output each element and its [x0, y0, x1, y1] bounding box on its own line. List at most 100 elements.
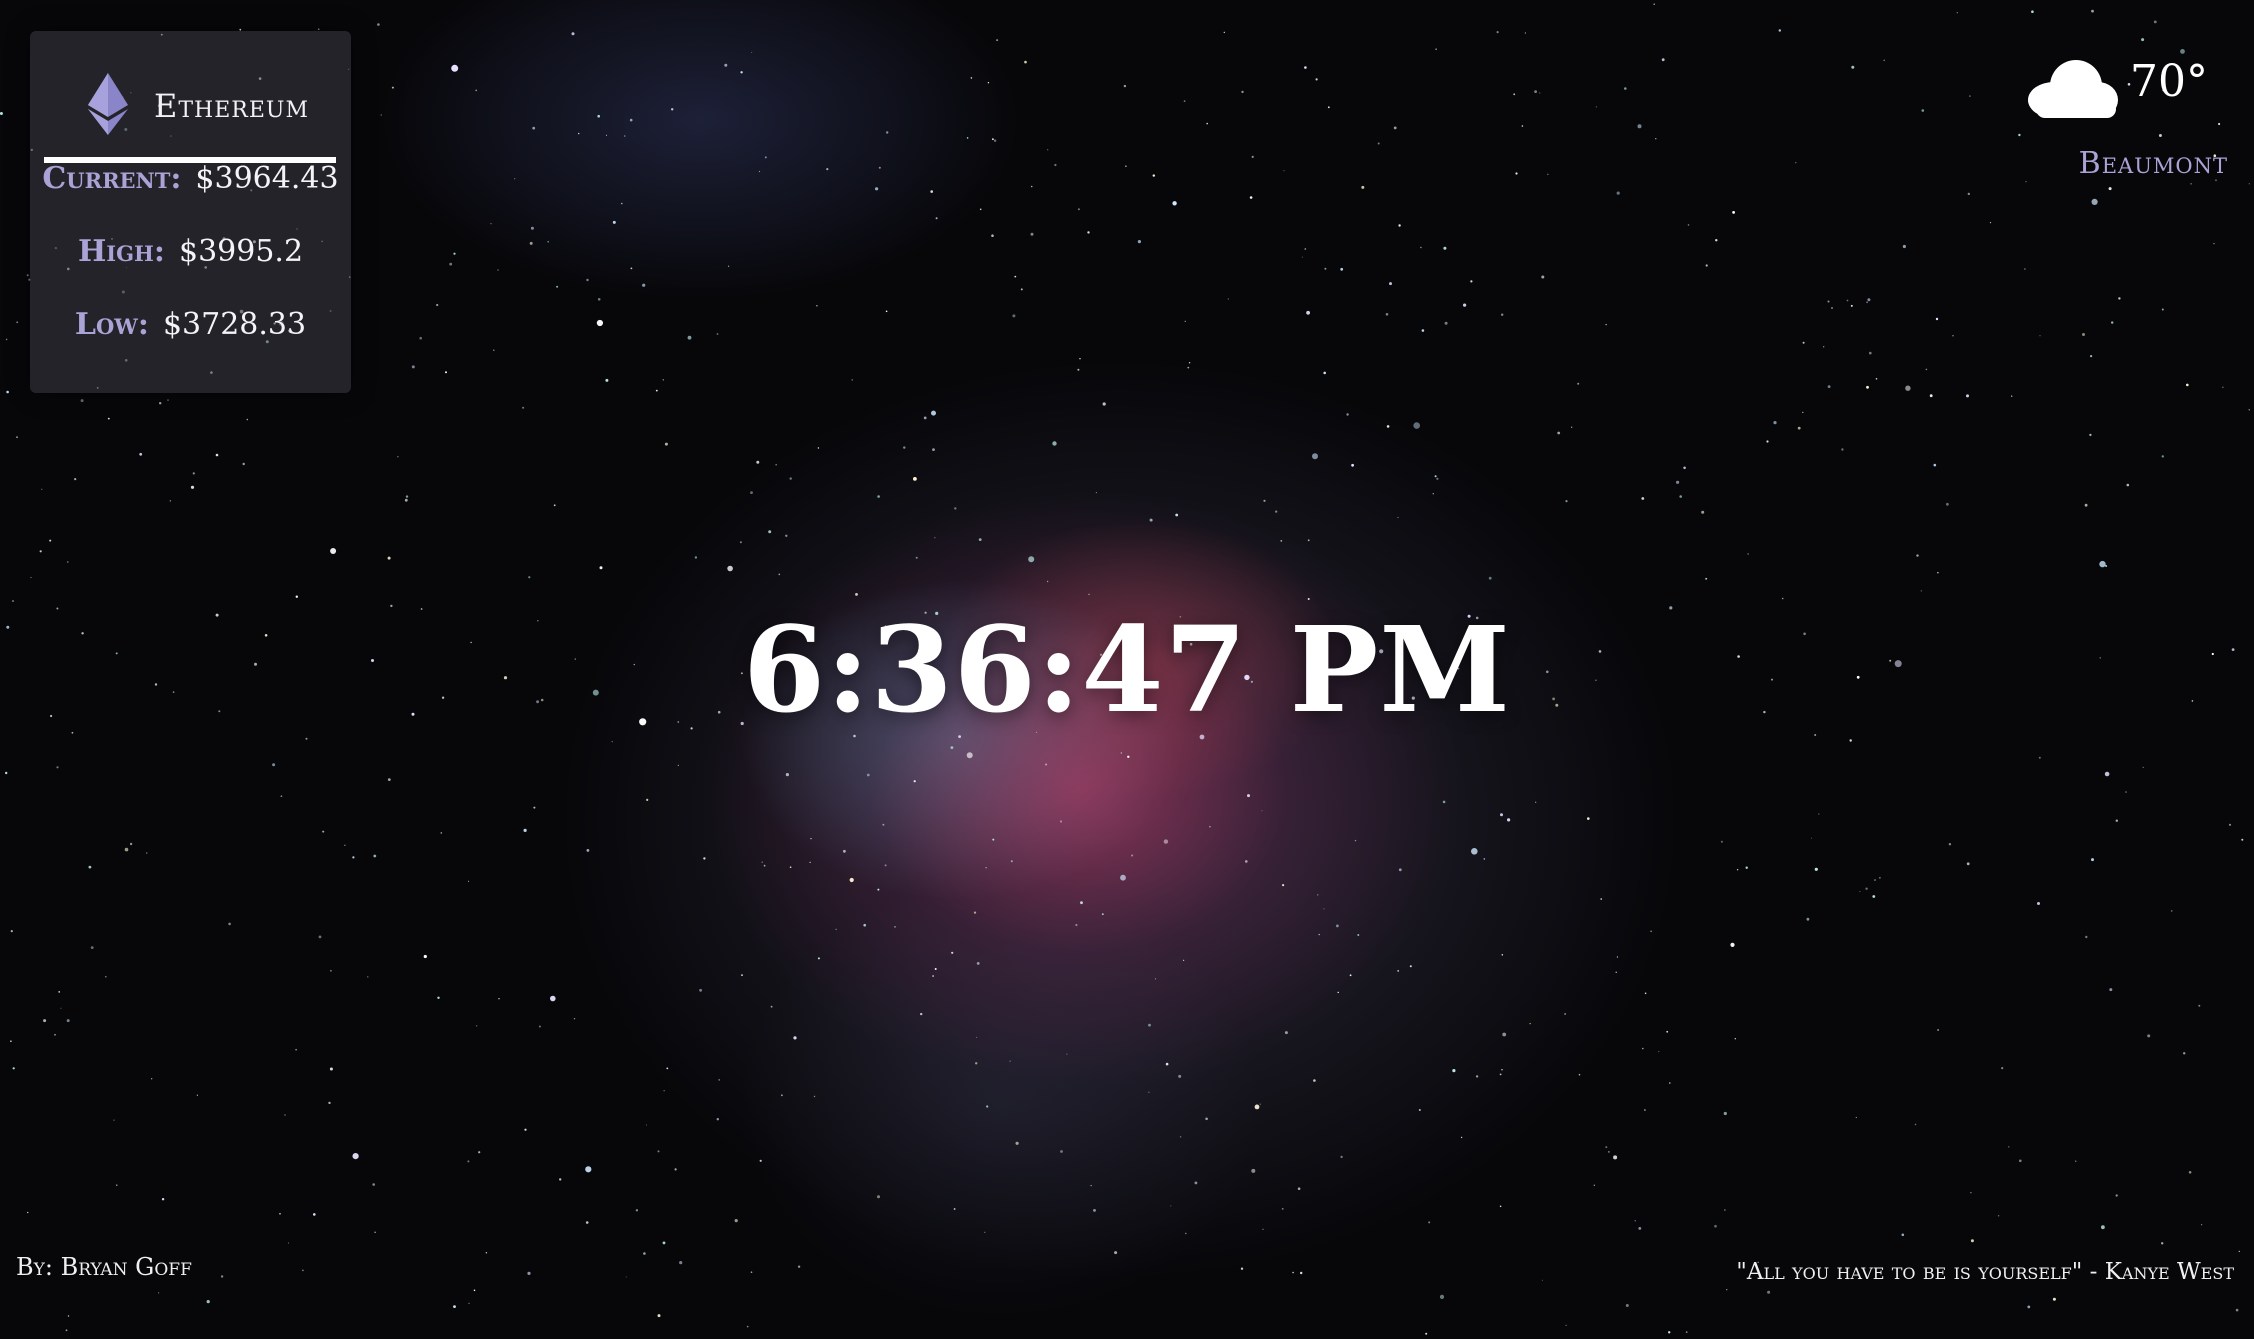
star — [288, 1242, 290, 1244]
star — [903, 446, 906, 449]
star — [2099, 560, 2106, 568]
star — [453, 1305, 456, 1308]
star — [0, 112, 3, 115]
star — [302, 1269, 304, 1272]
star — [58, 991, 61, 993]
star — [1966, 394, 1969, 398]
star — [1500, 813, 1503, 817]
star — [1535, 801, 1537, 803]
star — [498, 998, 500, 1000]
star — [915, 556, 918, 559]
star — [1767, 1290, 1771, 1294]
star — [1946, 502, 1949, 506]
author-credit: By: Bryan Goff — [16, 1253, 192, 1281]
star — [630, 267, 633, 270]
star — [1704, 577, 1708, 580]
star — [30, 576, 32, 579]
star — [220, 1275, 224, 1278]
star — [611, 741, 613, 743]
star — [423, 954, 427, 959]
star — [1102, 402, 1106, 406]
star — [1679, 495, 1682, 498]
star — [785, 773, 790, 777]
star — [158, 1292, 160, 1294]
star — [556, 285, 559, 288]
star — [1529, 1023, 1531, 1025]
star — [1920, 590, 1922, 592]
star — [317, 28, 320, 31]
star — [1054, 163, 1057, 167]
star — [612, 220, 616, 224]
star — [74, 478, 77, 481]
star — [411, 365, 415, 369]
star — [1066, 1053, 1068, 1055]
star — [979, 208, 982, 211]
star — [1970, 1192, 1972, 1194]
star — [2082, 333, 2085, 336]
star — [913, 780, 916, 783]
star — [1797, 426, 1801, 430]
star — [1340, 1155, 1343, 1159]
star — [1251, 1168, 1256, 1173]
star — [1020, 288, 1023, 291]
star — [1766, 440, 1769, 443]
star — [453, 252, 456, 255]
star — [657, 1150, 660, 1153]
star — [724, 63, 728, 67]
star — [485, 1252, 488, 1254]
star — [1397, 970, 1400, 972]
star — [646, 1124, 648, 1126]
star — [1547, 173, 1549, 175]
star — [1444, 321, 1448, 325]
star — [1150, 518, 1153, 522]
star — [1865, 887, 1868, 890]
star — [877, 888, 880, 891]
star — [1009, 1060, 1011, 1062]
star — [1872, 895, 1876, 898]
star — [882, 823, 885, 826]
star — [1093, 1209, 1096, 1212]
star — [1425, 1332, 1428, 1335]
star — [817, 447, 820, 449]
star — [1313, 1079, 1316, 1082]
star — [1952, 335, 1954, 337]
star — [2141, 38, 2145, 42]
star — [1608, 1151, 1610, 1153]
star — [985, 867, 987, 869]
star — [1284, 1031, 1288, 1035]
star — [2228, 823, 2232, 826]
star — [1120, 752, 1122, 754]
star — [1875, 378, 1878, 380]
star — [1488, 576, 1492, 580]
star — [67, 561, 69, 563]
star — [849, 877, 854, 883]
star — [16, 436, 18, 439]
star — [1420, 246, 1422, 249]
star — [826, 168, 829, 171]
star — [88, 865, 92, 869]
star — [2091, 9, 2094, 13]
star — [1577, 382, 1580, 385]
star — [547, 240, 549, 243]
star — [279, 1212, 281, 1215]
star — [761, 861, 763, 863]
star — [1818, 813, 1820, 815]
star — [1802, 411, 1804, 414]
star — [718, 1079, 720, 1081]
star — [530, 226, 534, 230]
star — [1997, 1215, 2000, 1217]
star — [703, 857, 706, 860]
star — [877, 1195, 880, 1199]
star — [2186, 383, 2189, 387]
star — [90, 946, 94, 949]
star — [159, 402, 162, 405]
star — [242, 462, 245, 466]
star — [1914, 1123, 1917, 1126]
star — [1183, 959, 1185, 961]
star — [1669, 1082, 1671, 1084]
star — [585, 1166, 592, 1173]
star — [1653, 3, 1655, 5]
star — [1120, 874, 1126, 881]
low-price-value: $3728.33 — [162, 307, 307, 342]
star — [885, 310, 888, 313]
